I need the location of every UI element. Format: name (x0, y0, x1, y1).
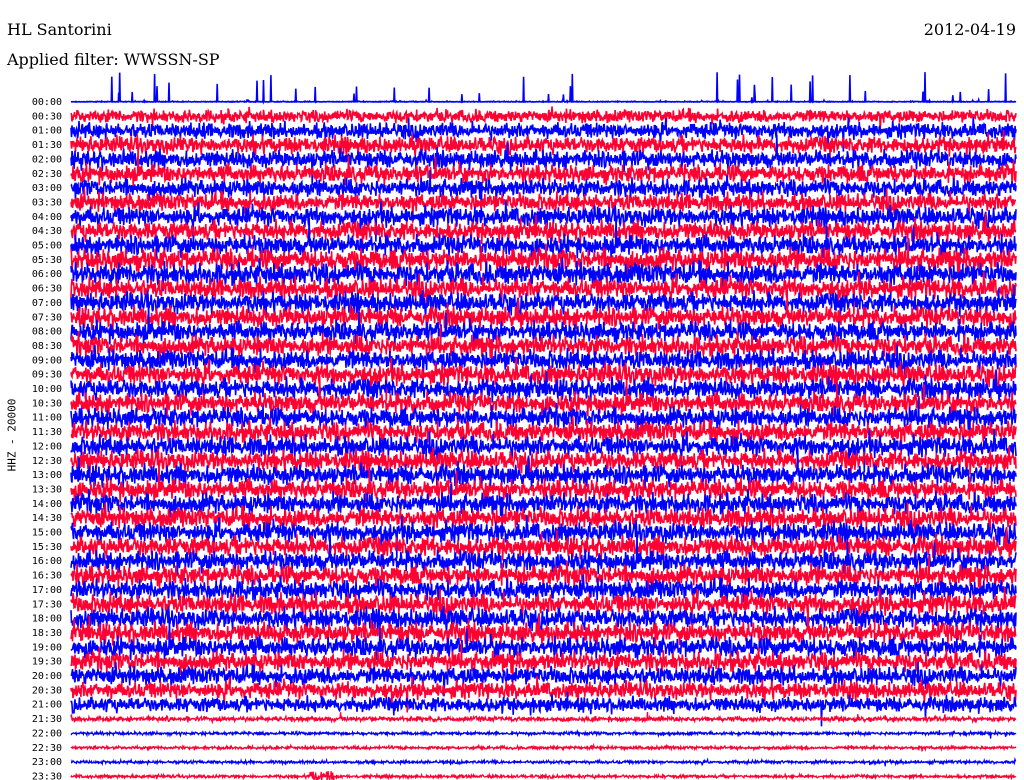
time-tick-label: 02:30 (32, 169, 62, 180)
time-tick-label: 08:00 (32, 327, 62, 338)
time-tick-label: 05:30 (32, 255, 62, 266)
time-tick-label: 20:30 (32, 685, 62, 696)
time-tick-label: 21:00 (32, 700, 62, 711)
time-tick-label: 07:00 (32, 298, 62, 309)
time-tick-label: 23:00 (32, 757, 62, 768)
time-tick-label: 17:30 (32, 599, 62, 610)
trace-2200 (70, 728, 1017, 739)
time-tick-label: 19:00 (32, 642, 62, 653)
time-tick-label: 06:30 (32, 284, 62, 295)
time-tick-label: 23:30 (32, 771, 62, 780)
time-tick-label: 11:30 (32, 427, 62, 438)
time-tick-label: 04:30 (32, 226, 62, 237)
time-tick-label: 22:00 (32, 728, 62, 739)
time-tick-label: 14:00 (32, 499, 62, 510)
time-tick-label: 14:30 (32, 513, 62, 524)
trace-0000 (71, 72, 1017, 105)
time-tick-label: 04:00 (32, 212, 62, 223)
time-tick-label: 00:00 (32, 97, 62, 108)
time-tick-label: 03:30 (32, 197, 62, 208)
time-tick-label: 08:30 (32, 341, 62, 352)
time-tick-label: 07:30 (32, 312, 62, 323)
helicorder-plot: 00:00 00:30 01:00 01:30 02:00 02:30 03:00 03:30… (32, 72, 1017, 780)
time-tick-label: 13:30 (32, 484, 62, 495)
time-tick-label: 21:30 (32, 714, 62, 725)
time-tick-label: 11:00 (32, 413, 62, 424)
time-tick-label: 16:00 (32, 556, 62, 567)
time-tick-label: 06:00 (32, 269, 62, 280)
time-tick-label: 02:00 (32, 154, 62, 165)
time-tick-label: 15:00 (32, 528, 62, 539)
time-tick-label: 00:30 (32, 111, 62, 122)
time-tick-label: 10:30 (32, 398, 62, 409)
time-tick-label: 13:00 (32, 470, 62, 481)
time-tick-label: 09:00 (32, 355, 62, 366)
time-tick-label: 01:30 (32, 140, 62, 151)
trace-2330 (70, 771, 1017, 780)
time-tick-label: 16:30 (32, 571, 62, 582)
time-tick-label: 15:30 (32, 542, 62, 553)
time-tick-label: 19:30 (32, 657, 62, 668)
time-tick-label: 18:30 (32, 628, 62, 639)
trace-2300 (70, 756, 1017, 767)
time-tick-label: 09:30 (32, 370, 62, 381)
time-tick-label: 22:30 (32, 743, 62, 754)
time-tick-label: 12:30 (32, 456, 62, 467)
time-tick-label: 20:00 (32, 671, 62, 682)
trace-2130 (70, 711, 1017, 725)
time-tick-label: 18:00 (32, 614, 62, 625)
trace-2230 (70, 742, 1017, 752)
time-tick-label: 12:00 (32, 441, 62, 452)
time-tick-label: 05:00 (32, 241, 62, 252)
time-tick-label: 10:00 (32, 384, 62, 395)
time-tick-label: 03:00 (32, 183, 62, 194)
time-tick-label: 01:00 (32, 126, 62, 137)
time-tick-label: 17:00 (32, 585, 62, 596)
